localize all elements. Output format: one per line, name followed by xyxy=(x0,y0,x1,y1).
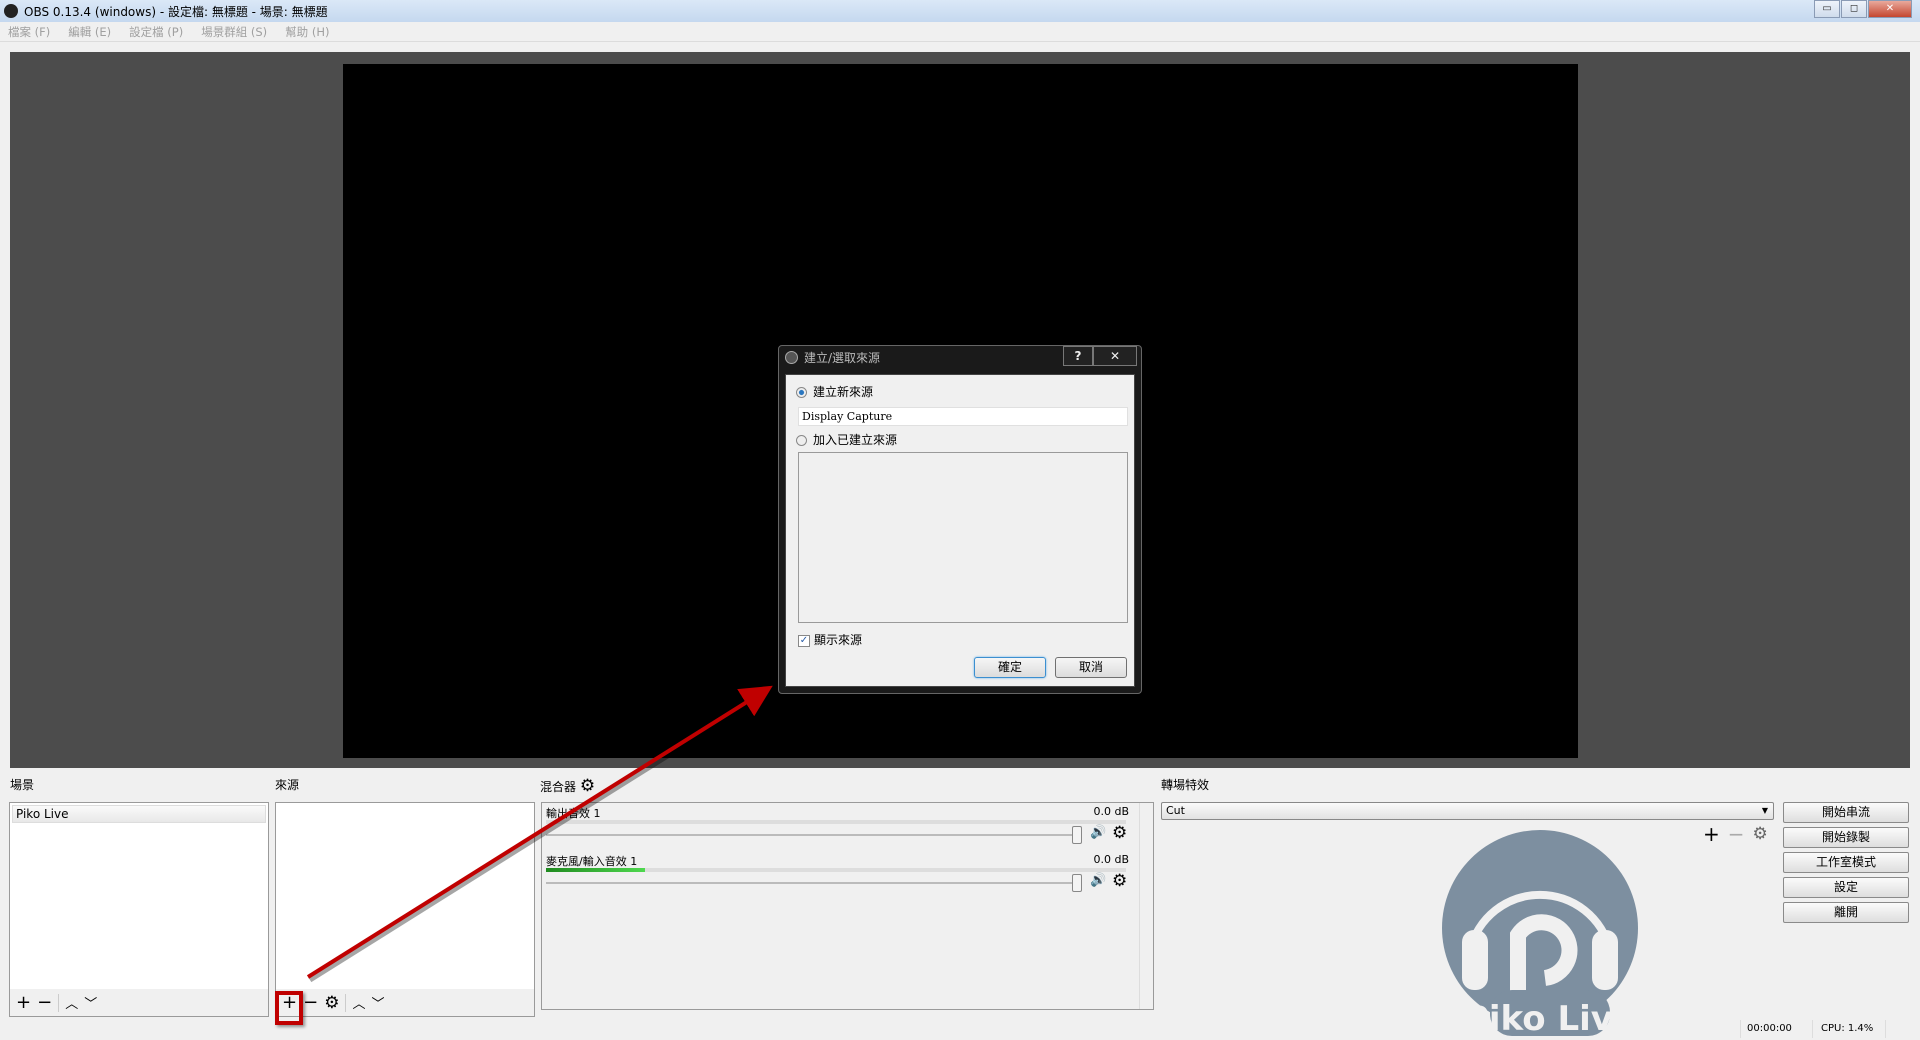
start-recording-button[interactable]: 開始錄製 xyxy=(1783,827,1909,848)
transition-gear-icon[interactable]: ⚙ xyxy=(1753,824,1768,844)
mixer-panel: 輸出音效 1 0.0 dB 🔊 ⚙ 麥克風/輸入音效 1 0.0 dB 🔊 ⚙ xyxy=(541,802,1154,1010)
menu-help[interactable]: 幫助 (H) xyxy=(285,24,329,40)
channel-gear-icon[interactable]: ⚙ xyxy=(1112,871,1127,891)
sources-panel: + − ⚙ ︿ ﹀ xyxy=(275,802,535,1017)
menu-file[interactable]: 檔案 (F) xyxy=(8,24,50,40)
cancel-button[interactable]: 取消 xyxy=(1055,657,1127,678)
scenes-label: 場景 xyxy=(10,778,35,792)
scenes-panel: Piko Live + − ︿ ﹀ xyxy=(9,802,269,1017)
remove-transition-button[interactable]: − xyxy=(1728,822,1745,846)
volume-meter-level xyxy=(546,868,645,872)
existing-sources-list[interactable] xyxy=(798,452,1128,623)
speaker-icon[interactable]: 🔊 xyxy=(1090,825,1106,840)
mixer-scrollbar[interactable] xyxy=(1139,803,1153,1009)
title-bar: OBS 0.13.4 (windows) - 設定檔: 無標題 - 場景: 無標… xyxy=(0,0,1920,22)
highlight-box xyxy=(275,991,303,1025)
mixer-gear-icon[interactable]: ⚙ xyxy=(580,776,595,796)
obs-logo-icon xyxy=(785,350,798,364)
volume-slider-handle[interactable] xyxy=(1072,826,1082,844)
divider xyxy=(58,993,60,1012)
move-source-up-button[interactable]: ︿ xyxy=(352,993,365,1012)
studio-mode-button[interactable]: 工作室模式 xyxy=(1783,852,1909,873)
channel-name: 麥克風/輸入音效 1 xyxy=(546,855,638,868)
channel-gear-icon[interactable]: ⚙ xyxy=(1112,823,1127,843)
move-source-down-button[interactable]: ﹀ xyxy=(371,993,384,1012)
add-existing-label: 加入已建立來源 xyxy=(813,433,898,447)
exit-button[interactable]: 離開 xyxy=(1783,902,1909,923)
volume-meter xyxy=(546,868,1126,872)
speaker-icon[interactable]: 🔊 xyxy=(1090,873,1106,888)
maximize-button[interactable]: ◻ xyxy=(1841,0,1867,18)
radio-empty-icon xyxy=(796,435,807,446)
radio-selected-icon xyxy=(796,387,807,398)
divider xyxy=(345,993,347,1012)
mixer-title: 混合器 xyxy=(540,780,577,794)
channel-db: 0.0 dB xyxy=(1093,853,1129,866)
piko-live-logo: Piko Live xyxy=(1442,830,1638,1039)
remove-scene-button[interactable]: − xyxy=(37,992,52,1013)
obs-logo-icon xyxy=(4,4,18,18)
window-title: OBS 0.13.4 (windows) - 設定檔: 無標題 - 場景: 無標… xyxy=(24,4,328,19)
add-transition-button[interactable]: + xyxy=(1703,822,1720,846)
help-button[interactable]: ? xyxy=(1063,346,1093,366)
status-cpu: CPU: 1.4% xyxy=(1812,1020,1887,1038)
transitions-label: 轉場特效 xyxy=(1161,778,1210,792)
chevron-down-icon: ▼ xyxy=(1761,806,1768,815)
ok-button[interactable]: 確定 xyxy=(974,657,1046,678)
settings-button[interactable]: 設定 xyxy=(1783,877,1909,898)
show-source-checkbox[interactable]: ✓ 顯示來源 xyxy=(798,631,862,648)
scene-item[interactable]: Piko Live xyxy=(12,805,266,823)
minimize-button[interactable]: ▭ xyxy=(1814,0,1840,18)
add-existing-radio[interactable]: 加入已建立來源 xyxy=(796,431,897,448)
transition-selected: Cut xyxy=(1166,804,1185,817)
remove-source-button[interactable]: − xyxy=(303,992,318,1013)
volume-slider[interactable] xyxy=(546,882,1078,884)
channel-name: 輸出音效 1 xyxy=(546,807,601,820)
dialog-close-button[interactable]: ✕ xyxy=(1093,346,1137,366)
move-scene-down-button[interactable]: ﹀ xyxy=(84,993,97,1012)
menu-profile[interactable]: 設定檔 (P) xyxy=(129,24,183,40)
source-properties-gear-icon[interactable]: ⚙ xyxy=(324,993,339,1013)
transition-select[interactable]: Cut ▼ xyxy=(1161,802,1774,820)
logo-text: Piko Live xyxy=(1464,999,1636,1039)
sources-label: 來源 xyxy=(275,778,300,792)
create-new-label: 建立新來源 xyxy=(813,385,874,399)
volume-meter xyxy=(546,820,1126,824)
volume-slider-handle[interactable] xyxy=(1072,874,1082,892)
menu-bar: 檔案 (F) 編輯 (E) 設定檔 (P) 場景群組 (S) 幫助 (H) xyxy=(0,22,1920,42)
channel-db: 0.0 dB xyxy=(1093,805,1129,818)
dialog-title: 建立/選取來源 xyxy=(804,350,881,365)
create-select-source-dialog: 建立/選取來源 ? ✕ 建立新來源 Display Capture 加入已建立來… xyxy=(778,345,1142,694)
close-button[interactable]: ✕ xyxy=(1868,0,1912,18)
checkmark-icon: ✓ xyxy=(798,634,810,647)
start-streaming-button[interactable]: 開始串流 xyxy=(1783,802,1909,823)
status-time: 00:00:00 xyxy=(1740,1020,1792,1038)
show-source-label: 顯示來源 xyxy=(814,633,863,647)
menu-edit[interactable]: 編輯 (E) xyxy=(68,24,111,40)
volume-slider[interactable] xyxy=(546,834,1078,836)
add-scene-button[interactable]: + xyxy=(16,992,31,1013)
move-scene-up-button[interactable]: ︿ xyxy=(65,993,78,1012)
source-name-input[interactable]: Display Capture xyxy=(798,407,1128,426)
menu-scene-collection[interactable]: 場景群組 (S) xyxy=(201,24,267,40)
create-new-radio[interactable]: 建立新來源 xyxy=(796,383,873,400)
mixer-label: 混合器 ⚙ xyxy=(540,776,595,796)
